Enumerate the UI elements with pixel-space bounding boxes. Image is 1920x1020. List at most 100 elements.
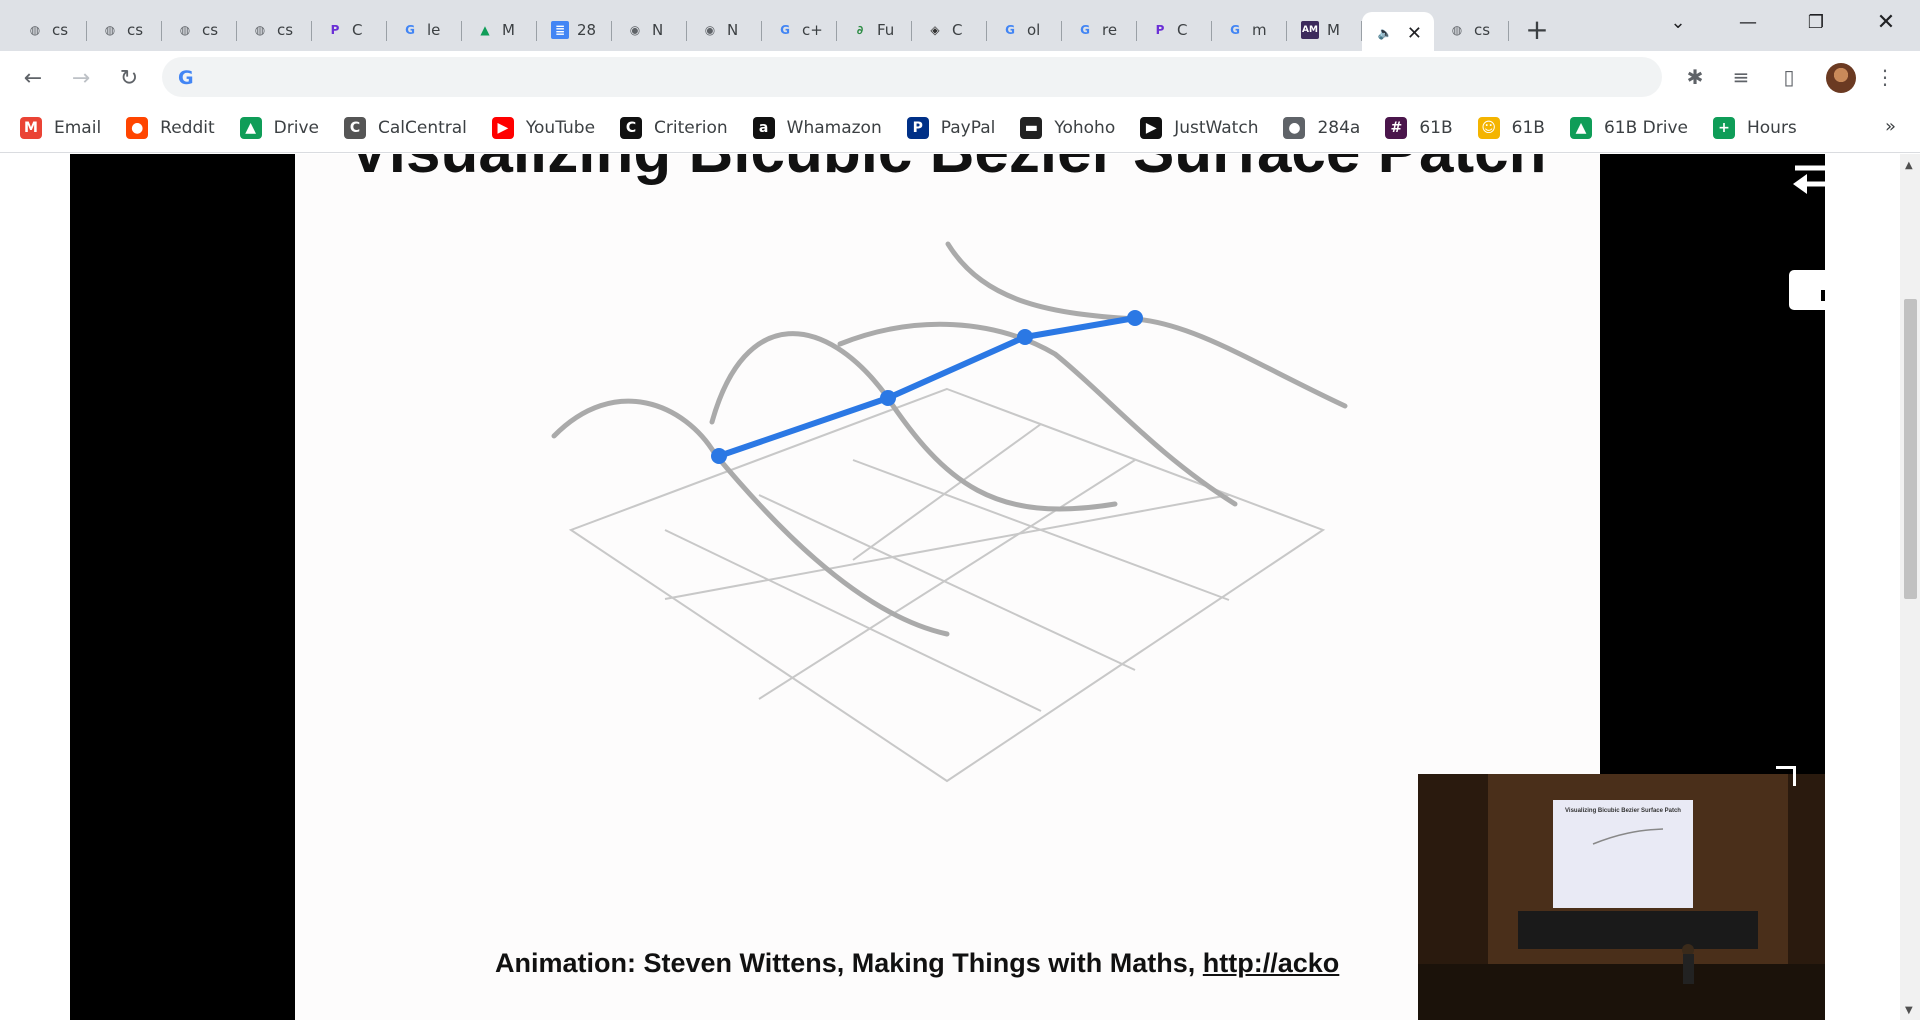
google-icon: G — [780, 22, 790, 37]
tab[interactable]: PC — [312, 12, 387, 48]
browser-toolbar: ← → ↻ G ✱ ≡ ▯ ⋮ — [0, 51, 1920, 103]
bookmark-item[interactable]: ▲ Drive — [239, 116, 319, 139]
tab[interactable]: ◉ N — [612, 12, 687, 48]
address-input[interactable] — [212, 65, 1612, 89]
pip-resize-corner[interactable] — [1776, 766, 1796, 786]
bookmark-item[interactable]: ▬ Yohoho — [1020, 116, 1116, 139]
reload-icon[interactable]: ↻ — [114, 63, 144, 93]
emoji-icon: ☺ — [1477, 116, 1500, 139]
projector-screen — [1553, 800, 1693, 908]
bookmarks-overflow-icon[interactable]: » — [1885, 116, 1896, 137]
minimize-icon[interactable]: — — [1720, 0, 1776, 44]
tab-label: M — [502, 20, 515, 39]
gfg-icon: ∂ — [856, 22, 864, 37]
bookmark-item[interactable]: ● 284a — [1283, 116, 1361, 139]
bookmark-item[interactable]: ▶ YouTube — [491, 116, 595, 139]
bookmark-item[interactable]: ▲ 61B Drive — [1569, 116, 1688, 139]
new-tab-plus-icon[interactable]: + — [1517, 12, 1557, 48]
tab[interactable]: Gm — [1212, 12, 1287, 48]
tab[interactable]: Gol — [987, 12, 1062, 48]
bookmark-item[interactable]: #61B — [1385, 116, 1453, 139]
globe-icon: ◍ — [179, 22, 191, 37]
tab-label: cs — [1474, 20, 1491, 39]
bookmark-label: Drive — [273, 117, 319, 138]
swap-arrows-icon[interactable] — [1787, 154, 1825, 198]
back-arrow-icon[interactable]: ← — [18, 63, 48, 93]
bookmark-label: Hours — [1746, 117, 1797, 138]
video-player[interactable]: Visualizing Bicubic Bezier Surface Patch — [70, 154, 1825, 1020]
tab[interactable]: ◈ C — [912, 12, 987, 48]
scroll-up-arrow-icon[interactable]: ▲ — [1905, 160, 1913, 171]
tab[interactable]: ◍ cs — [237, 12, 312, 48]
yohoho-icon: ▬ — [1020, 116, 1043, 139]
tab[interactable]: ◍ cs — [162, 12, 237, 48]
extensions-puzzle-icon[interactable]: ✱ — [1682, 64, 1708, 90]
tab[interactable]: ◍ cs — [87, 12, 162, 48]
bookmark-label: 61B — [1511, 117, 1545, 138]
bookmark-label: Whamazon — [786, 117, 882, 138]
google-icon: G — [405, 22, 415, 37]
bookmark-item[interactable]: C Criterion — [620, 116, 728, 139]
restore-icon[interactable]: ❐ — [1788, 0, 1844, 44]
tab[interactable]: ◉ N — [687, 12, 762, 48]
globe-icon: ◍ — [104, 22, 116, 37]
control-point — [1127, 310, 1143, 326]
close-tab-icon[interactable]: ✕ — [1407, 23, 1422, 44]
globe-icon: ◍ — [29, 22, 41, 37]
tab[interactable]: ◍ cs — [1434, 12, 1509, 48]
bookmark-item[interactable]: a Whamazon — [752, 116, 882, 139]
tab[interactable]: AM M — [1287, 12, 1362, 48]
bookmark-label: CalCentral — [377, 117, 467, 138]
reddit-icon: ● — [126, 116, 149, 139]
control-point — [711, 448, 727, 464]
tab[interactable]: ∂ Fu — [837, 12, 912, 48]
tab[interactable]: ▲ M — [462, 12, 537, 48]
justwatch-icon: ▶ — [1140, 116, 1163, 139]
media-control-icon[interactable]: ≡ — [1728, 64, 1754, 90]
forward-arrow-icon[interactable]: → — [66, 63, 96, 93]
tab[interactable]: 🔈 ✕ — [1362, 11, 1434, 55]
address-bar[interactable]: G — [162, 57, 1662, 97]
tab[interactable]: ◍ cs — [12, 12, 87, 48]
picture-in-picture-icon[interactable] — [1789, 270, 1825, 310]
globe-icon: ● — [1283, 116, 1306, 139]
close-window-icon[interactable]: ✕ — [1858, 0, 1914, 44]
drive-icon: ▲ — [239, 116, 262, 139]
tab-label: le — [427, 20, 441, 39]
tab-label: C — [352, 20, 363, 39]
chrome-icon: ◉ — [629, 22, 641, 37]
chrome-icon: ◉ — [704, 22, 716, 37]
tab[interactable]: Gle — [387, 12, 462, 48]
drive-icon: ▲ — [480, 22, 490, 37]
side-panel-icon[interactable]: ▯ — [1776, 64, 1802, 90]
page-scrollbar[interactable]: ▲ ▼ — [1900, 154, 1920, 1020]
scroll-down-arrow-icon[interactable]: ▼ — [1905, 1005, 1913, 1016]
bookmark-item[interactable]: ☺ 61B — [1477, 116, 1545, 139]
highlight-curve — [711, 310, 1143, 464]
bookmark-label: 284a — [1317, 117, 1361, 138]
bookmark-item[interactable]: P PayPal — [906, 116, 995, 139]
bezier-curves — [551, 241, 1348, 637]
tab[interactable]: ≣ 28 — [537, 12, 612, 48]
scrollbar-thumb[interactable] — [1904, 299, 1917, 599]
tab-label: C — [1177, 20, 1188, 39]
tab[interactable]: Gc+ — [762, 12, 837, 48]
bookmark-item[interactable]: C CalCentral — [343, 116, 467, 139]
tab-search-chevron-icon[interactable]: ⌄ — [1650, 0, 1706, 44]
bookmark-item[interactable]: M Email — [20, 116, 101, 139]
youtube-icon: ▶ — [491, 116, 514, 139]
profile-avatar[interactable] — [1826, 63, 1856, 93]
tab[interactable]: PC — [1137, 12, 1212, 48]
bookmark-item[interactable]: ● Reddit — [126, 116, 215, 139]
sheets-icon: + — [1712, 116, 1735, 139]
criterion-icon: C — [620, 116, 643, 139]
bookmark-item[interactable]: + Hours — [1712, 116, 1797, 139]
bookmark-label: JustWatch — [1174, 117, 1259, 138]
credit-link[interactable]: http://acko — [1203, 948, 1340, 978]
bookmark-item[interactable]: ▶ JustWatch — [1140, 116, 1259, 139]
bookmark-label: Criterion — [654, 117, 728, 138]
tab[interactable]: Gre — [1062, 12, 1137, 48]
bookmark-label: Yohoho — [1054, 117, 1116, 138]
menu-kebab-icon[interactable]: ⋮ — [1872, 64, 1898, 90]
lecture-camera-pip[interactable]: Visualizing Bicubic Bezier Surface Patch — [1418, 774, 1825, 1020]
